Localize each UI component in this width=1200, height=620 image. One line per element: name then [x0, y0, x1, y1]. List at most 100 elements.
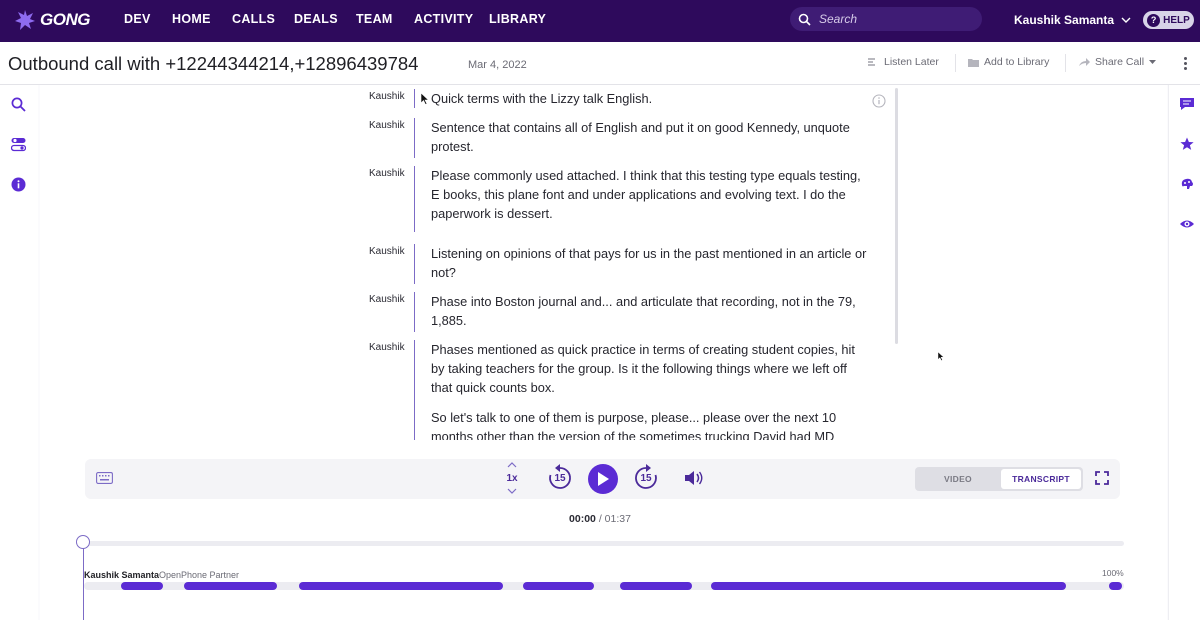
keyboard-icon[interactable] — [96, 472, 113, 484]
share-icon — [1079, 57, 1090, 66]
nav-item-deals[interactable]: DEALS — [294, 12, 338, 26]
talk-segment[interactable] — [711, 582, 1066, 590]
divider — [1065, 54, 1066, 72]
nav-item-team[interactable]: TEAM — [356, 12, 393, 26]
speaker-bar — [414, 118, 415, 158]
transcript-tab[interactable]: TRANSCRIPT — [1001, 469, 1081, 489]
transcript-entry[interactable]: Kaushik Phase into Boston journal and...… — [360, 292, 900, 332]
transcript-text: Quick terms with the Lizzy talk English. — [431, 91, 653, 106]
volume-icon[interactable] — [684, 470, 704, 486]
search-input[interactable] — [817, 11, 971, 27]
transcript-text: Phase into Boston journal and... and art… — [431, 294, 856, 329]
share-call-button[interactable]: Share Call — [1079, 56, 1157, 68]
user-menu[interactable]: Kaushik Samanta — [1014, 13, 1131, 27]
talk-segment[interactable] — [299, 582, 503, 590]
scrubber-handle[interactable] — [76, 535, 90, 549]
caret-down-icon — [1149, 59, 1157, 64]
left-rail — [0, 85, 38, 620]
talk-segment[interactable] — [121, 582, 163, 590]
play-button[interactable] — [588, 464, 618, 494]
rewind-seconds: 15 — [554, 473, 566, 484]
help-label: HELP — [1163, 14, 1190, 26]
eye-icon[interactable] — [1180, 217, 1194, 231]
scrubber-track[interactable] — [84, 541, 1124, 546]
transcript-entry[interactable]: Kaushik Please commonly used attached. I… — [360, 166, 900, 232]
search-icon[interactable] — [11, 97, 26, 112]
rewind-button[interactable]: 15 — [547, 464, 573, 497]
duration: 01:37 — [604, 513, 631, 525]
call-title-bar: Outbound call with +12244344214,+1289643… — [0, 42, 1200, 85]
speaker-bar — [414, 89, 415, 108]
divider — [955, 54, 956, 72]
fullscreen-icon[interactable] — [1095, 471, 1109, 485]
page-title: Outbound call with +12244344214,+1289643… — [8, 53, 419, 74]
chevron-down-icon — [507, 488, 517, 494]
transcript-entry[interactable]: Kaushik Quick terms with the Lizzy talk … — [360, 89, 900, 108]
forward-seconds: 15 — [640, 473, 652, 484]
search-box[interactable] — [790, 7, 982, 31]
listen-later-label: Listen Later — [884, 56, 939, 68]
chevron-down-icon — [1121, 17, 1131, 23]
play-icon — [598, 472, 609, 486]
current-time: 00:00 — [569, 513, 596, 525]
info-icon[interactable] — [11, 177, 26, 192]
speaker-label: Kaushik — [369, 342, 405, 353]
transcript-entry[interactable]: Kaushik Listening on opinions of that pa… — [360, 244, 900, 284]
right-rail — [1168, 85, 1200, 620]
talk-segment[interactable] — [1109, 582, 1122, 590]
forward-button[interactable]: 15 — [633, 464, 659, 497]
comment-icon[interactable] — [1180, 97, 1194, 111]
nav-item-home[interactable]: HOME — [172, 12, 211, 26]
playback-speed-value: 1x — [506, 473, 518, 484]
logo-text: GONG — [40, 10, 90, 29]
question-icon: ? — [1147, 13, 1161, 27]
nav-item-dev[interactable]: DEV — [124, 12, 151, 26]
transcript-scrollbar[interactable] — [895, 88, 898, 344]
share-call-label: Share Call — [1095, 56, 1145, 68]
speaker-label: Kaushik — [369, 246, 405, 257]
help-button[interactable]: ? HELP — [1143, 11, 1194, 29]
info-outline-icon[interactable] — [872, 94, 886, 108]
timeline-speaker-name: Kaushik Samanta — [84, 570, 160, 580]
view-toggle: VIDEO TRANSCRIPT — [915, 467, 1083, 491]
transcript-entry[interactable]: Kaushik Sentence that contains all of En… — [360, 118, 900, 158]
speaker-label: Kaushik — [369, 120, 405, 131]
timeline-speaker-role: OpenPhone Partner — [159, 570, 240, 580]
chevron-up-icon — [507, 462, 517, 468]
transcript-text: Please commonly used attached. I think t… — [431, 168, 861, 222]
add-to-library-label: Add to Library — [984, 56, 1050, 68]
talk-percentage: 100% — [1102, 568, 1124, 578]
nav-item-calls[interactable]: CALLS — [232, 12, 275, 26]
speaker-bar — [414, 166, 415, 232]
gong-logo[interactable]: GONG — [14, 9, 90, 31]
transcript-text: So let's talk to one of them is purpose,… — [431, 410, 837, 440]
speaker-label: Kaushik — [369, 91, 405, 102]
mouse-cursor-icon — [938, 352, 944, 361]
listen-later-button[interactable]: Listen Later — [868, 56, 939, 68]
nav-item-activity[interactable]: ACTIVITY — [414, 12, 473, 26]
transcript-text: Listening on opinions of that pays for u… — [431, 246, 867, 281]
mouse-cursor-icon — [421, 93, 429, 105]
video-tab[interactable]: VIDEO — [917, 469, 999, 489]
search-icon — [798, 13, 811, 26]
talk-segment[interactable] — [184, 582, 277, 590]
call-date: Mar 4, 2022 — [468, 59, 527, 71]
transcript[interactable]: Kaushik Quick terms with the Lizzy talk … — [360, 86, 900, 440]
transcript-text: Sentence that contains all of English an… — [431, 120, 850, 155]
transcript-entry[interactable]: So let's talk to one of them is purpose,… — [360, 408, 900, 440]
talk-segment[interactable] — [523, 582, 594, 590]
transcript-text: Phases mentioned as quick practice in te… — [431, 342, 855, 396]
speaker-label: Kaushik — [369, 168, 405, 179]
add-to-library-button[interactable]: Add to Library — [968, 56, 1049, 68]
time-separator: / — [595, 513, 605, 525]
folder-icon — [968, 58, 979, 67]
nav-item-library[interactable]: LIBRARY — [489, 12, 546, 26]
speaker-label: Kaushik — [369, 294, 405, 305]
top-nav: GONG DEV HOME CALLS DEALS TEAM ACTIVITY … — [0, 0, 1200, 42]
toggles-icon[interactable] — [11, 137, 26, 152]
star-icon[interactable] — [1180, 137, 1194, 151]
more-options-icon[interactable] — [1184, 57, 1187, 70]
gong-logo-icon — [15, 10, 35, 30]
brain-icon[interactable] — [1180, 177, 1194, 191]
talk-segment[interactable] — [620, 582, 692, 590]
